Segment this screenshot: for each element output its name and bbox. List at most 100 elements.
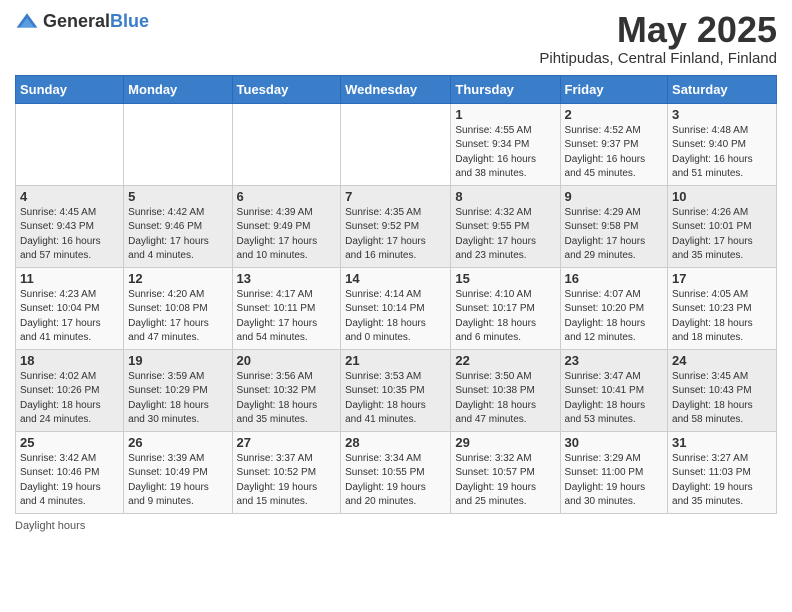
day-number: 21 xyxy=(345,353,446,368)
day-number: 14 xyxy=(345,271,446,286)
calendar-day-cell: 14 Sunrise: 4:14 AM Sunset: 10:14 PM Dayl… xyxy=(341,267,451,349)
day-info: Sunrise: 4:39 AM Sunset: 9:49 PM Dayligh… xyxy=(237,206,337,264)
logo: GeneralBlue xyxy=(15,10,149,34)
day-number: 12 xyxy=(128,271,227,286)
calendar-week-row: 25 Sunrise: 3:42 AM Sunset: 10:46 PM Dayl… xyxy=(16,431,777,513)
day-info: Sunrise: 3:29 AM Sunset: 11:00 PM Daylig… xyxy=(565,452,664,510)
day-info: Sunrise: 4:55 AM Sunset: 9:34 PM Dayligh… xyxy=(455,124,555,182)
day-info: Sunrise: 4:23 AM Sunset: 10:04 PM Daylig… xyxy=(20,288,119,346)
day-number: 5 xyxy=(128,189,227,204)
footer-note: Daylight hours xyxy=(15,520,777,532)
day-info: Sunrise: 3:53 AM Sunset: 10:35 PM Daylig… xyxy=(345,370,446,428)
calendar-day-cell: 17Sunrise: 4:05 AM Sunset: 10:23 PM Dayl… xyxy=(668,267,777,349)
day-number: 19 xyxy=(128,353,227,368)
calendar-day-cell: 5 Sunrise: 4:42 AM Sunset: 9:46 PM Daylig… xyxy=(124,185,232,267)
calendar-day-cell: 11 Sunrise: 4:23 AM Sunset: 10:04 PM Dayl… xyxy=(16,267,124,349)
day-number: 6 xyxy=(237,189,337,204)
day-info: Sunrise: 4:32 AM Sunset: 9:55 PM Dayligh… xyxy=(455,206,555,264)
calendar-week-row: 11 Sunrise: 4:23 AM Sunset: 10:04 PM Dayl… xyxy=(16,267,777,349)
day-number: 25 xyxy=(20,435,119,450)
day-number: 29 xyxy=(455,435,555,450)
day-number: 22 xyxy=(455,353,555,368)
day-info: Sunrise: 3:59 AM Sunset: 10:29 PM Daylig… xyxy=(128,370,227,428)
calendar-day-cell: 19 Sunrise: 3:59 AM Sunset: 10:29 PM Dayl… xyxy=(124,349,232,431)
calendar-day-cell: 9Sunrise: 4:29 AM Sunset: 9:58 PM Daylig… xyxy=(560,185,668,267)
calendar-day-cell: 7Sunrise: 4:35 AM Sunset: 9:52 PM Daylig… xyxy=(341,185,451,267)
calendar-day-cell: 27Sunrise: 3:37 AM Sunset: 10:52 PM Dayl… xyxy=(232,431,341,513)
day-number: 3 xyxy=(672,107,772,122)
day-number: 18 xyxy=(20,353,119,368)
day-info: Sunrise: 4:26 AM Sunset: 10:01 PM Daylig… xyxy=(672,206,772,264)
day-info: Sunrise: 3:39 AM Sunset: 10:49 PM Daylig… xyxy=(128,452,227,510)
day-number: 1 xyxy=(455,107,555,122)
day-number: 8 xyxy=(455,189,555,204)
calendar-day-cell: 10 Sunrise: 4:26 AM Sunset: 10:01 PM Dayl… xyxy=(668,185,777,267)
daylight-hours-label: Daylight hours xyxy=(15,520,85,532)
day-number: 9 xyxy=(565,189,664,204)
calendar-day-cell: 2Sunrise: 4:52 AM Sunset: 9:37 PM Daylig… xyxy=(560,103,668,185)
calendar-table: SundayMondayTuesdayWednesdayThursdayFrid… xyxy=(15,75,777,514)
calendar-day-cell: 29Sunrise: 3:32 AM Sunset: 10:57 PM Dayl… xyxy=(451,431,560,513)
day-info: Sunrise: 4:07 AM Sunset: 10:20 PM Daylig… xyxy=(565,288,664,346)
day-info: Sunrise: 4:17 AM Sunset: 10:11 PM Daylig… xyxy=(237,288,337,346)
day-info: Sunrise: 4:14 AM Sunset: 10:14 PM Daylig… xyxy=(345,288,446,346)
calendar-day-header: Saturday xyxy=(668,75,777,103)
generalblue-logo-icon xyxy=(15,10,39,34)
day-info: Sunrise: 4:52 AM Sunset: 9:37 PM Dayligh… xyxy=(565,124,664,182)
day-info: Sunrise: 4:42 AM Sunset: 9:46 PM Dayligh… xyxy=(128,206,227,264)
day-number: 28 xyxy=(345,435,446,450)
day-number: 20 xyxy=(237,353,337,368)
calendar-day-cell: 13 Sunrise: 4:17 AM Sunset: 10:11 PM Dayl… xyxy=(232,267,341,349)
day-info: Sunrise: 3:47 AM Sunset: 10:41 PM Daylig… xyxy=(565,370,664,428)
calendar-day-cell: 12 Sunrise: 4:20 AM Sunset: 10:08 PM Dayl… xyxy=(124,267,232,349)
day-info: Sunrise: 4:35 AM Sunset: 9:52 PM Dayligh… xyxy=(345,206,446,264)
title-area: May 2025 Pihtipudas, Central Finland, Fi… xyxy=(539,10,777,67)
calendar-day-cell xyxy=(16,103,124,185)
calendar-day-cell: 18 Sunrise: 4:02 AM Sunset: 10:26 PM Dayl… xyxy=(16,349,124,431)
calendar-day-cell: 15 Sunrise: 4:10 AM Sunset: 10:17 PM Dayl… xyxy=(451,267,560,349)
day-number: 27 xyxy=(237,435,337,450)
day-number: 10 xyxy=(672,189,772,204)
calendar-week-row: 1 Sunrise: 4:55 AM Sunset: 9:34 PM Daylig… xyxy=(16,103,777,185)
day-info: Sunrise: 3:45 AM Sunset: 10:43 PM Daylig… xyxy=(672,370,772,428)
calendar-day-cell: 8 Sunrise: 4:32 AM Sunset: 9:55 PM Daylig… xyxy=(451,185,560,267)
day-info: Sunrise: 3:42 AM Sunset: 10:46 PM Daylig… xyxy=(20,452,119,510)
day-number: 11 xyxy=(20,271,119,286)
calendar-day-cell: 28 Sunrise: 3:34 AM Sunset: 10:55 PM Dayl… xyxy=(341,431,451,513)
calendar-day-header: Thursday xyxy=(451,75,560,103)
day-number: 23 xyxy=(565,353,664,368)
day-number: 13 xyxy=(237,271,337,286)
calendar-day-header: Sunday xyxy=(16,75,124,103)
day-info: Sunrise: 3:27 AM Sunset: 11:03 PM Daylig… xyxy=(672,452,772,510)
day-info: Sunrise: 4:10 AM Sunset: 10:17 PM Daylig… xyxy=(455,288,555,346)
month-title: May 2025 xyxy=(539,10,777,50)
day-info: Sunrise: 4:48 AM Sunset: 9:40 PM Dayligh… xyxy=(672,124,772,182)
calendar-day-cell: 21 Sunrise: 3:53 AM Sunset: 10:35 PM Dayl… xyxy=(341,349,451,431)
calendar-header-row: SundayMondayTuesdayWednesdayThursdayFrid… xyxy=(16,75,777,103)
calendar-day-cell: 30 Sunrise: 3:29 AM Sunset: 11:00 PM Dayl… xyxy=(560,431,668,513)
calendar-day-cell: 20Sunrise: 3:56 AM Sunset: 10:32 PM Dayl… xyxy=(232,349,341,431)
day-info: Sunrise: 3:34 AM Sunset: 10:55 PM Daylig… xyxy=(345,452,446,510)
calendar-day-cell: 3 Sunrise: 4:48 AM Sunset: 9:40 PM Daylig… xyxy=(668,103,777,185)
day-info: Sunrise: 4:02 AM Sunset: 10:26 PM Daylig… xyxy=(20,370,119,428)
calendar-day-cell: 24Sunrise: 3:45 AM Sunset: 10:43 PM Dayl… xyxy=(668,349,777,431)
logo-blue-text: Blue xyxy=(110,11,149,31)
calendar-day-cell: 23 Sunrise: 3:47 AM Sunset: 10:41 PM Dayl… xyxy=(560,349,668,431)
day-number: 17 xyxy=(672,271,772,286)
calendar-day-cell: 16Sunrise: 4:07 AM Sunset: 10:20 PM Dayl… xyxy=(560,267,668,349)
day-info: Sunrise: 3:50 AM Sunset: 10:38 PM Daylig… xyxy=(455,370,555,428)
day-number: 26 xyxy=(128,435,227,450)
day-number: 30 xyxy=(565,435,664,450)
calendar-day-cell xyxy=(341,103,451,185)
day-number: 15 xyxy=(455,271,555,286)
day-info: Sunrise: 4:20 AM Sunset: 10:08 PM Daylig… xyxy=(128,288,227,346)
calendar-day-cell: 25 Sunrise: 3:42 AM Sunset: 10:46 PM Dayl… xyxy=(16,431,124,513)
calendar-day-header: Wednesday xyxy=(341,75,451,103)
calendar-day-cell xyxy=(232,103,341,185)
logo-general-text: General xyxy=(43,11,110,31)
calendar-day-header: Friday xyxy=(560,75,668,103)
calendar-week-row: 18 Sunrise: 4:02 AM Sunset: 10:26 PM Dayl… xyxy=(16,349,777,431)
calendar-week-row: 4Sunrise: 4:45 AM Sunset: 9:43 PM Daylig… xyxy=(16,185,777,267)
day-info: Sunrise: 4:45 AM Sunset: 9:43 PM Dayligh… xyxy=(20,206,119,264)
calendar-day-cell: 31Sunrise: 3:27 AM Sunset: 11:03 PM Dayl… xyxy=(668,431,777,513)
